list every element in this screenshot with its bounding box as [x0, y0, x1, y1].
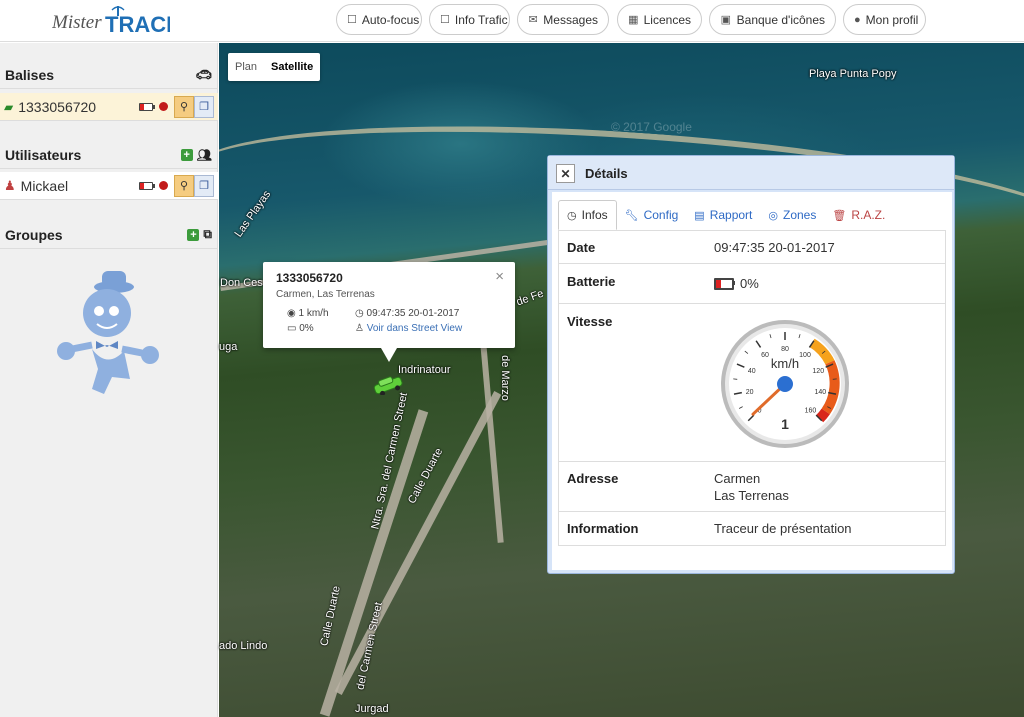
map-copyright: © 2017 Google [611, 120, 692, 134]
locate-pin-button[interactable]: ⚲ [174, 174, 194, 197]
information-row: Information Traceur de présentation [567, 521, 852, 536]
details-table: Date 09:47:35 20-01-2017 Batterie 0% Vit… [558, 230, 946, 546]
car-icon[interactable]: 🚗︎ [195, 67, 212, 83]
calendar-icon: ▦ [628, 14, 639, 26]
file-icon: ▤ [694, 209, 705, 222]
info-trafic-button[interactable]: ☐ Info Trafic [429, 4, 510, 35]
road [319, 409, 429, 717]
speedometer-icon: ◉ [287, 308, 296, 319]
popup-speed: 1 km/h [298, 308, 329, 319]
map-label: Don Ces [220, 277, 263, 289]
balises-header: Balises 🚗︎ [0, 61, 218, 89]
streetview-link[interactable]: Voir dans Street View [367, 323, 462, 334]
sidebar: Balises 🚗︎ ▰ 1333056720 ⚲ ❐ Utilisateurs… [0, 43, 218, 717]
popup-battery: 0% [299, 323, 314, 334]
copy-button[interactable]: ❐ [194, 174, 214, 197]
network-icon: ⧉ [203, 227, 212, 241]
adresse-row: Adresse Carmen Las Terrenas [559, 462, 945, 512]
map-info-popup: 1333056720 Carmen, Las Terrenas × ◉ 1 km… [263, 262, 515, 362]
map-type-control: Plan Satellite [228, 53, 321, 81]
tab-infos[interactable]: ◷ Infos [558, 200, 617, 230]
checkbox-icon: ☐ [347, 14, 357, 26]
map-label: Jurgad [355, 703, 389, 715]
clock-icon: ◷ [567, 209, 577, 222]
battery-icon [139, 102, 155, 111]
tab-zones[interactable]: ◎ Zones [760, 200, 824, 230]
battery-icon: ▭ [287, 323, 297, 334]
map-label: de Marzo [498, 355, 511, 401]
clock-icon: ◷ [355, 308, 364, 319]
gauge-tick-label: 20 [746, 389, 754, 396]
user-icon: ♟ [4, 177, 16, 193]
balise-item[interactable]: ▰ 1333056720 ⚲ ❐ [0, 93, 218, 121]
svg-text:Mister: Mister [52, 12, 102, 33]
tab-raz[interactable]: 🗑︎ R.A.Z. [824, 200, 893, 230]
gauge-value: 1 [781, 416, 789, 432]
close-details-button[interactable]: ✕ [556, 164, 575, 183]
messages-button[interactable]: ✉ Messages [517, 4, 609, 35]
popup-datetime: 09:47:35 20-01-2017 [366, 308, 460, 319]
gauge-tick-label: 160 [805, 407, 817, 414]
gauge-tick-label: 60 [761, 352, 769, 359]
add-user-icon[interactable]: + [180, 148, 193, 161]
map-label: Indrinatour [398, 364, 451, 376]
user-icon: ● [854, 13, 861, 26]
tab-config[interactable]: 🔧︎ Config [617, 200, 687, 230]
gauge-tick-label: 40 [748, 368, 756, 375]
wrench-icon: 🔧︎ [624, 209, 639, 222]
auto-focus-button[interactable]: ☐ Auto-focus [336, 4, 422, 35]
map-type-plan[interactable]: Plan [228, 53, 264, 81]
popup-title: 1333056720 [276, 271, 343, 285]
details-title: Détails [585, 166, 628, 181]
image-icon: ▣ [720, 14, 732, 26]
add-group-icon[interactable]: + [187, 228, 200, 241]
pedestrian-icon: ♙ [355, 323, 364, 334]
svg-text:TRACK: TRACK [105, 12, 170, 37]
gauge-hub [777, 376, 793, 392]
batterie-row: Batterie 0% [559, 264, 945, 304]
locate-pin-button[interactable]: ⚲ [174, 95, 194, 118]
details-tabs: ◷ Infos 🔧︎ Config ▤ Rapport ◎ Zones 🗑︎ R.A.Z. [558, 200, 893, 230]
gauge-tick-label: 120 [812, 368, 824, 375]
gauge-tick-label: 100 [799, 352, 811, 359]
gauge-tick-label: 140 [814, 389, 826, 396]
map-type-satellite[interactable]: Satellite [264, 53, 320, 81]
map-label: uga [219, 341, 238, 353]
date-row: Date 09:47:35 20-01-2017 [559, 231, 945, 264]
licences-button[interactable]: ▦ Licences [617, 4, 702, 35]
top-bar: Mister TRACK ☐Auto-focus ☐Info Trafic ✉M… [0, 0, 1024, 42]
map-label: Playa Punta Popy [809, 68, 897, 80]
speed-gauge: 020406080100120140160 km/h 1 [721, 320, 849, 448]
status-dot-icon [159, 102, 168, 111]
copy-button[interactable]: ❐ [194, 95, 214, 118]
mon-profil-button[interactable]: ● Mon profil [843, 4, 926, 35]
close-icon[interactable]: × [495, 268, 504, 285]
map-label: ado Lindo [219, 640, 268, 652]
trash-icon: 🗑︎ [832, 209, 847, 222]
target-icon: ◎ [768, 209, 778, 222]
vehicle-marker-icon[interactable] [372, 375, 404, 395]
banque-icones-button[interactable]: ▣ Banque d'icônes [709, 4, 836, 35]
vitesse-row: Vitesse 0 20 40 60 80 100 120 140 160 km/h 1 [559, 304, 945, 462]
utilisateurs-header: Utilisateurs + 👥︎ [0, 141, 218, 169]
user-item[interactable]: ♟ Mickael ⚲ ❐ [0, 172, 218, 200]
battery-icon [714, 277, 735, 290]
gauge-unit: km/h [771, 356, 799, 371]
tab-rapport[interactable]: ▤ Rapport [686, 200, 760, 230]
users-icon: 👥︎ [196, 147, 212, 162]
status-dot-icon [159, 181, 168, 190]
mistertrack-logo[interactable]: Mister TRACK [51, 2, 182, 40]
groupes-header: Groupes + ⧉ [0, 221, 218, 249]
details-panel: ✕ Détails ◷ Infos 🔧︎ Config ▤ Rapport ◎ Zone… [547, 155, 955, 574]
tracker-icon: ▰ [4, 99, 14, 114]
popup-subtitle: Carmen, Las Terrenas [276, 289, 375, 300]
mascot-image [52, 269, 162, 399]
checkbox-icon: ☐ [440, 14, 450, 26]
gauge-tick-label: 80 [781, 346, 789, 353]
envelope-icon: ✉ [528, 14, 538, 26]
battery-icon [139, 181, 155, 190]
